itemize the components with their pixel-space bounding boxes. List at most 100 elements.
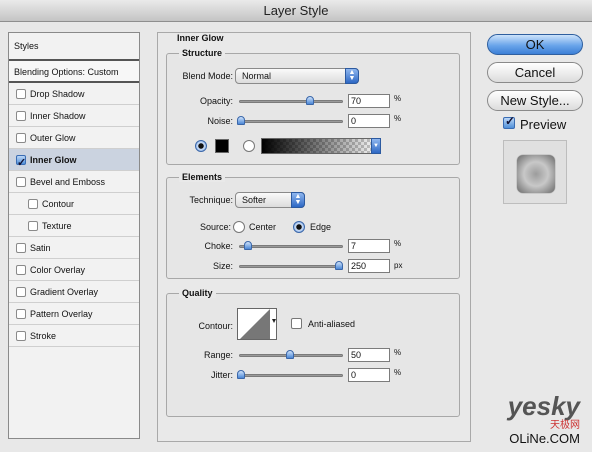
sidebar-item-inner-glow[interactable]: Inner Glow: [9, 149, 139, 174]
contour-label: Contour:: [198, 321, 233, 331]
sidebar-item-outer-glow[interactable]: Outer Glow: [9, 127, 139, 149]
sidebar-item-satin[interactable]: Satin: [9, 237, 139, 259]
range-label: Range:: [203, 350, 233, 360]
sidebar-style-list: Drop Shadow Inner Shadow Outer Glow Inner G…: [9, 83, 139, 347]
sidebar-item-contour[interactable]: Contour: [9, 193, 139, 215]
sidebar-item-label: Stroke: [30, 330, 57, 341]
sidebar-item-label: Drop Shadow: [30, 88, 85, 99]
choke-label: Choke:: [204, 241, 233, 251]
sidebar-item-label: Inner Shadow: [30, 110, 86, 121]
opacity-input[interactable]: 70: [348, 94, 390, 108]
sidebar-item-color-overlay[interactable]: Color Overlay: [9, 259, 139, 281]
sidebar-item-checkbox[interactable]: [28, 198, 38, 209]
opacity-slider-thumb[interactable]: [306, 96, 314, 105]
sidebar-item-checkbox[interactable]: [28, 220, 38, 231]
structure-title: Structure: [179, 48, 226, 58]
sidebar-item-checkbox[interactable]: [16, 264, 26, 275]
gradient-dropdown-icon[interactable]: ▼: [371, 138, 381, 154]
sidebar-item-pattern-overlay[interactable]: Pattern Overlay: [9, 303, 139, 325]
cancel-button[interactable]: Cancel: [487, 62, 583, 83]
source-label: Source:: [199, 222, 231, 232]
watermark: yesky 天极网 OLiNe.COM: [507, 391, 580, 446]
jitter-unit: %: [394, 368, 402, 377]
choke-input[interactable]: 7: [348, 239, 390, 253]
inner-glow-panel: Inner Glow Structure Blend Mode: Normal …: [157, 32, 471, 442]
noise-slider[interactable]: [237, 116, 343, 125]
quality-group: Quality Contour: Anti-aliased Range: 50 …: [166, 288, 460, 417]
structure-group: Structure Blend Mode: Normal ▲ ▼ Opacity:…: [166, 48, 460, 165]
preview-swatch: [517, 155, 555, 193]
choke-unit: %: [394, 239, 402, 248]
sidebar-item-checkbox[interactable]: [16, 132, 26, 143]
jitter-slider-thumb[interactable]: [237, 370, 245, 379]
jitter-slider[interactable]: [237, 370, 343, 379]
sidebar-item-checkbox[interactable]: [16, 110, 26, 121]
sidebar-item-drop-shadow[interactable]: Drop Shadow: [9, 83, 139, 105]
choke-slider-thumb[interactable]: [244, 241, 252, 250]
range-slider[interactable]: [239, 350, 343, 359]
sidebar-item-label: Pattern Overlay: [30, 308, 93, 319]
select-arrows-icon: ▲ ▼: [291, 192, 305, 208]
range-slider-thumb[interactable]: [286, 350, 294, 359]
antialiased-label: Anti-aliased: [308, 319, 356, 329]
blend-mode-label: Blend Mode:: [182, 71, 233, 81]
glow-color-swatch[interactable]: [215, 139, 229, 153]
technique-label: Technique:: [189, 195, 233, 205]
gradient-picker[interactable]: ▼: [261, 138, 381, 154]
window-title: Layer Style: [0, 0, 592, 22]
sidebar-item-texture[interactable]: Texture: [9, 215, 139, 237]
styles-sidebar: Styles Blending Options: Custom Drop Sha…: [8, 32, 140, 439]
noise-unit: %: [394, 114, 402, 123]
sidebar-item-gradient-overlay[interactable]: Gradient Overlay: [9, 281, 139, 303]
sidebar-blending-options[interactable]: Blending Options: Custom: [9, 61, 139, 83]
sidebar-item-checkbox[interactable]: [16, 88, 26, 99]
sidebar-item-inner-shadow[interactable]: Inner Shadow: [9, 105, 139, 127]
blend-mode-select[interactable]: Normal ▲ ▼: [235, 68, 359, 84]
source-edge-radio[interactable]: [293, 221, 305, 233]
size-label: Size:: [212, 261, 233, 271]
size-slider[interactable]: [239, 261, 343, 270]
sidebar-item-label: Gradient Overlay: [30, 286, 99, 297]
sidebar-item-label: Inner Glow: [30, 154, 77, 165]
opacity-unit: %: [394, 94, 402, 103]
sidebar-item-label: Contour: [42, 198, 75, 209]
source-center-radio[interactable]: [233, 221, 245, 233]
sidebar-item-checkbox[interactable]: [16, 176, 26, 187]
sidebar-item-checkbox[interactable]: [16, 308, 26, 319]
blend-mode-value: Normal: [242, 71, 272, 81]
size-input[interactable]: 250: [348, 259, 390, 273]
contour-picker[interactable]: [237, 308, 277, 340]
noise-input[interactable]: 0: [348, 114, 390, 128]
sidebar-item-stroke[interactable]: Stroke: [9, 325, 139, 347]
size-slider-thumb[interactable]: [335, 261, 343, 270]
style-preview-thumbnail: [503, 140, 567, 204]
jitter-input[interactable]: 0: [348, 368, 390, 382]
watermark-logo: yesky: [507, 391, 580, 421]
technique-select[interactable]: Softer ▲ ▼: [235, 192, 305, 208]
sidebar-item-label: Satin: [30, 242, 51, 253]
sidebar-item-checkbox[interactable]: [16, 330, 26, 341]
sidebar-item-checkbox[interactable]: [16, 286, 26, 297]
sidebar-item-bevel-and-emboss[interactable]: Bevel and Emboss: [9, 171, 139, 193]
ok-button[interactable]: OK: [487, 34, 583, 55]
quality-title: Quality: [179, 288, 216, 298]
sidebar-item-checkbox[interactable]: [16, 242, 26, 253]
jitter-label: Jitter:: [210, 370, 233, 380]
choke-slider[interactable]: [239, 241, 343, 250]
gradient-fill-radio[interactable]: [243, 140, 255, 152]
color-fill-radio[interactable]: [195, 140, 207, 152]
source-center-label: Center: [249, 222, 277, 232]
antialiased-checkbox[interactable]: [291, 318, 302, 329]
sidebar-item-checkbox[interactable]: [16, 152, 26, 174]
new-style-button[interactable]: New Style...: [487, 90, 583, 111]
range-input[interactable]: 50: [348, 348, 390, 362]
preview-checkbox[interactable]: ✓: [503, 114, 515, 129]
opacity-slider[interactable]: [239, 96, 343, 105]
sidebar-styles-header[interactable]: Styles: [9, 33, 139, 61]
noise-label: Noise:: [207, 116, 233, 126]
noise-slider-thumb[interactable]: [237, 116, 245, 125]
sidebar-item-label: Color Overlay: [30, 264, 86, 275]
sidebar-item-label: Texture: [42, 220, 72, 231]
watermark-site: OLiNe.COM: [509, 431, 580, 446]
size-unit: px: [394, 261, 403, 270]
